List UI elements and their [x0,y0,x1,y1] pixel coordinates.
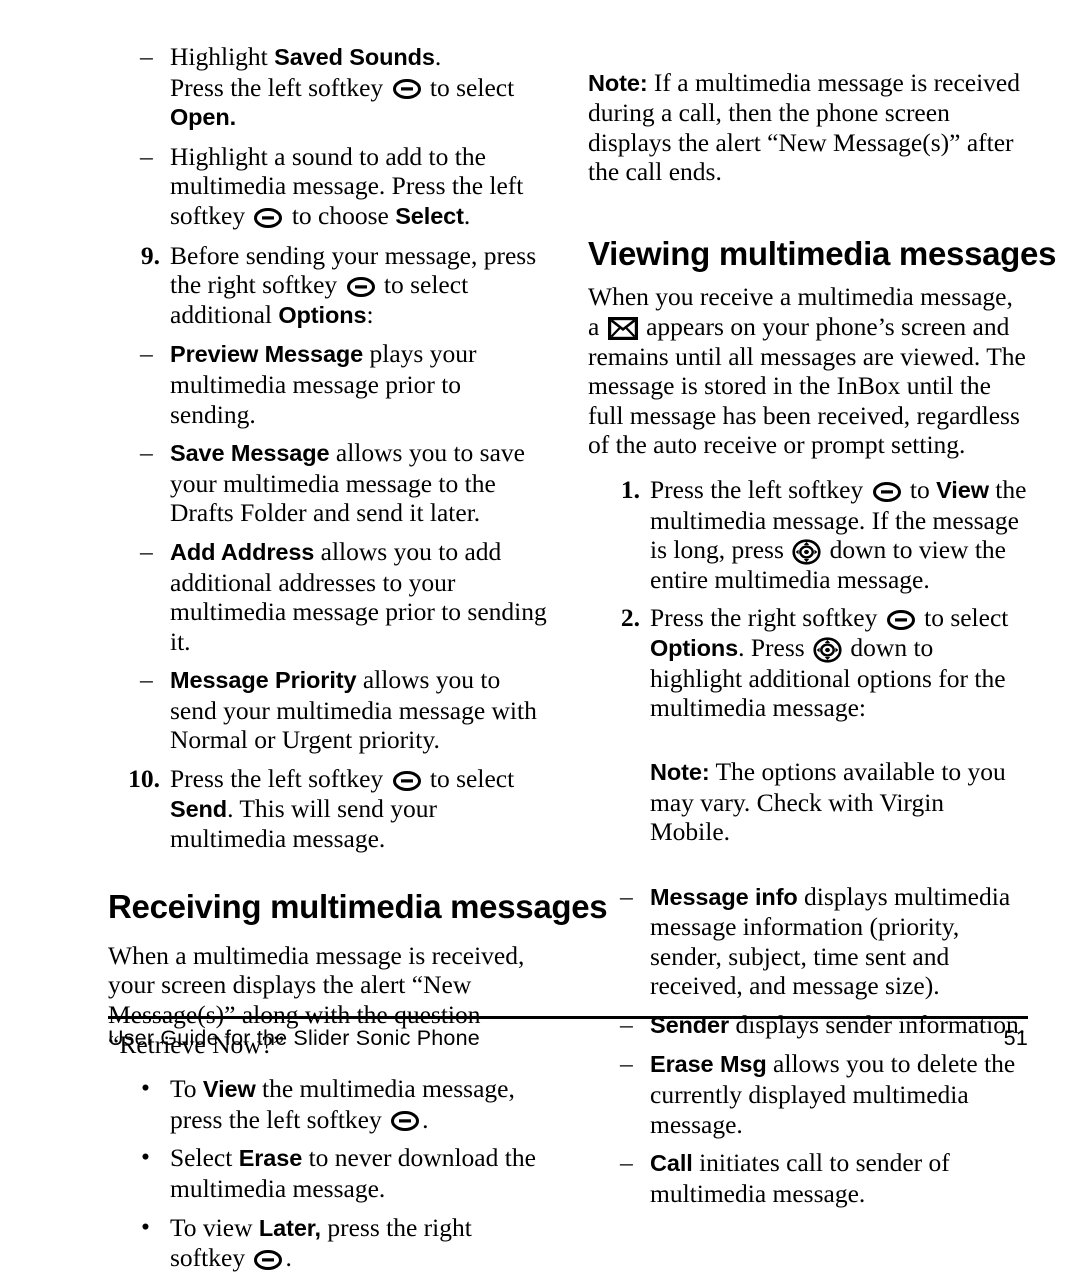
ui-term: View [202,1076,256,1103]
softkey-icon [390,1110,420,1132]
dash-marker: – [620,1148,633,1178]
step-text: Before sending your message, press the r… [170,240,537,329]
list-item-text: Erase Msg allows you to delete the curre… [650,1049,1016,1139]
note-block: Note: The options available to you may v… [650,757,1006,847]
numbered-step: 9. Before sending your message, press th… [108,241,548,331]
list-item-text: Add Address allows you to add additional… [170,536,547,656]
list-item-text: Message info displays multimedia message… [650,881,1011,1001]
list-item: – Call initiates call to sender of multi… [588,1148,1028,1208]
viewing-paragraph: When you receive a multimedia message, a… [588,282,1026,460]
note-block: Note: If a multimedia message is receive… [588,67,1020,187]
ui-term: Preview Message [170,341,364,368]
bullet-marker: • [141,1073,150,1103]
step-text: Press the left softkey to select Send. T… [170,764,515,854]
dash-marker: – [620,881,633,911]
ui-term: Select [395,202,464,229]
numbered-step: 2. Press the right softkey to select Opt… [588,603,1028,722]
navigation-key-icon [813,636,842,663]
list-item-text: Preview Message plays your multimedia me… [170,339,477,429]
step-text: Press the left softkey to View the multi… [650,474,1027,594]
envelope-icon [607,316,638,340]
softkey-icon [392,78,422,100]
list-item: – Save Message allows you to save your m… [108,438,548,528]
bullet-marker: • [141,1142,150,1172]
footer-row: User Guide for the Slider Sonic Phone 51 [108,1026,1028,1054]
list-item-text: Message Priority allows you to send your… [170,665,537,755]
list-item-text: Highlight a sound to add to the multimed… [170,141,524,230]
step-number: 1. [620,474,640,504]
dash-marker: – [140,42,153,71]
list-item: • To View the multimedia message, press … [108,1073,548,1134]
dash-marker: – [140,438,153,468]
ui-term: Call [650,1150,693,1177]
ui-term: Later, [258,1214,321,1241]
ui-term: Options [278,301,367,328]
softkey-icon [886,609,916,631]
section-heading-viewing: Viewing multimedia messages [588,235,1057,273]
ui-term: Open. [170,104,237,131]
dash-marker: – [140,141,153,171]
manual-page: – Highlight Saved Sounds. Press the left… [0,0,1080,1272]
left-column: – Highlight Saved Sounds. Press the left… [108,42,608,1273]
footer-divider [108,1016,1028,1019]
footer-title: User Guide for the Slider Sonic Phone [108,1026,480,1050]
note-label: Note: [650,759,710,786]
navigation-key-icon [792,539,821,565]
dash-marker: – [140,536,153,566]
list-item: – Highlight Saved Sounds. Press the left… [108,42,548,133]
numbered-step: 10. Press the left softkey to select Sen… [108,764,548,854]
ui-term: Erase Msg [650,1051,767,1078]
ui-term: Message Priority [170,667,357,694]
list-item: – Message info displays multimedia messa… [588,882,1028,1001]
bullet-marker: • [141,1211,150,1241]
softkey-icon [253,207,283,229]
ui-term: View [936,476,989,503]
ui-term: Message info [650,883,798,910]
softkey-icon [253,1249,283,1271]
list-item: – Highlight a sound to add to the multim… [108,142,548,232]
ui-term: Options [650,634,739,661]
list-item: • Select Erase to never download the mul… [108,1142,548,1203]
list-item: – Erase Msg allows you to delete the cur… [588,1049,1028,1139]
softkey-icon [392,770,422,792]
ui-term: Send [170,795,228,822]
list-item: – Add Address allows you to add addition… [108,537,548,656]
step-number: 10. [128,764,160,794]
list-item-text: Call initiates call to sender of multime… [650,1148,950,1208]
dash-marker: – [140,339,153,369]
step-number: 2. [620,603,640,633]
list-item: • To view Later, press the right softkey… [108,1211,548,1273]
list-item-text: Highlight Saved Sounds. Press the left s… [170,42,515,131]
two-column-body: – Highlight Saved Sounds. Press the left… [108,42,1056,1272]
numbered-step: 1. Press the left softkey to View the mu… [588,475,1028,594]
list-item: – Message Priority allows you to send yo… [108,665,548,755]
ui-term: Add Address [170,538,315,565]
list-item-text: To view Later, press the right softkey . [170,1212,472,1273]
list-item-text: Select Erase to never download the multi… [170,1143,536,1203]
list-item: – Preview Message plays your multimedia … [108,339,548,429]
step-number: 9. [140,240,160,270]
ui-term: Erase [238,1145,303,1172]
section-heading-receiving: Receiving multimedia messages [108,887,608,925]
softkey-icon [872,481,902,503]
step-text: Press the right softkey to select Option… [650,603,1009,723]
page-number: 51 [1003,1026,1028,1050]
note-label: Note: [588,69,648,96]
dash-marker: – [140,665,153,695]
list-item-text: To View the multimedia message, press th… [170,1074,515,1134]
softkey-icon [346,276,376,298]
ui-term: Saved Sounds [274,44,435,70]
ui-term: Save Message [170,440,330,467]
list-item-text: Save Message allows you to save your mul… [170,438,525,528]
page-footer: User Guide for the Slider Sonic Phone 51 [108,1016,1028,1054]
